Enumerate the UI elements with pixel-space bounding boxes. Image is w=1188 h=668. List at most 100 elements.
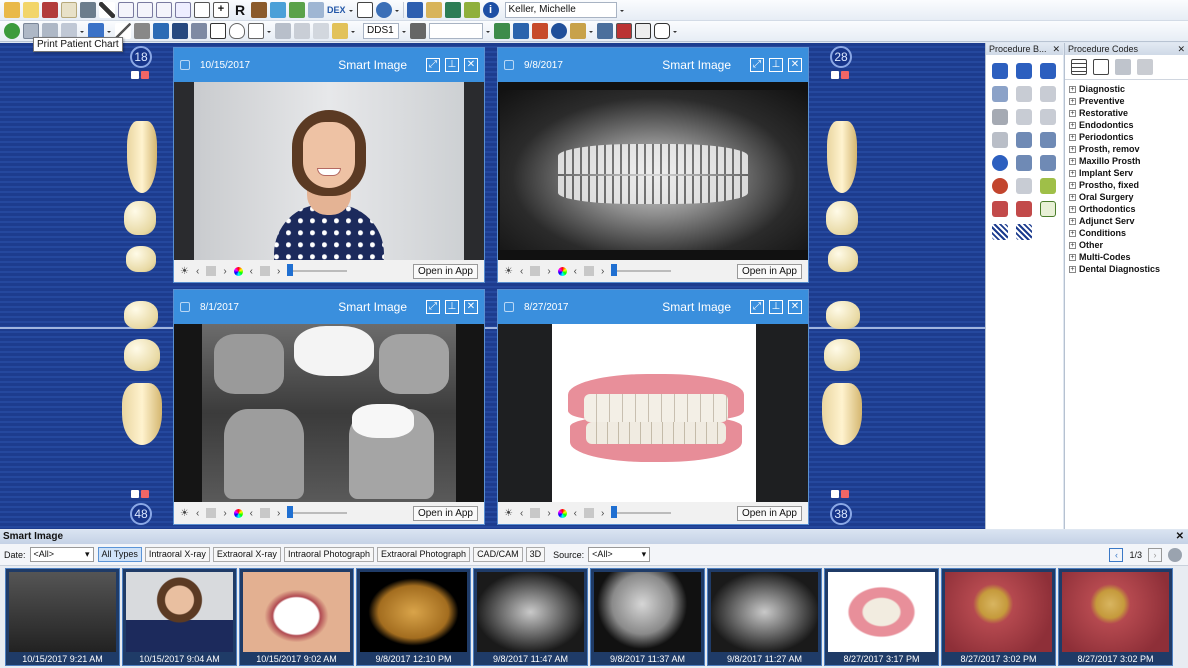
image-thumbnail[interactable]: 8/27/2017 3:17 PM — [824, 568, 939, 666]
close-icon[interactable]: ✕ — [1176, 530, 1184, 544]
signature-icon[interactable] — [410, 23, 426, 39]
filter-extraoral-x-ray[interactable]: Extraoral X-ray — [212, 547, 281, 562]
tooth-38-root[interactable] — [822, 383, 862, 445]
info-icon[interactable]: i — [482, 2, 499, 18]
bridge-icon[interactable] — [992, 63, 1008, 79]
zoom-slider[interactable] — [611, 506, 672, 518]
zoom-slider[interactable] — [611, 264, 672, 276]
table-icon[interactable] — [1093, 59, 1109, 75]
card-icon[interactable] — [156, 2, 172, 18]
expand-plus-icon[interactable]: + — [1069, 121, 1076, 129]
xray-tooth-2-icon[interactable] — [1040, 132, 1056, 148]
expand-plus-icon[interactable]: + — [1069, 133, 1076, 141]
zoom-slider[interactable] — [287, 506, 348, 518]
procedure-code-category[interactable]: + Orthodontics — [1069, 203, 1184, 215]
tooth-48-occlusal[interactable] — [124, 339, 160, 371]
color-wheel-icon[interactable] — [557, 508, 567, 518]
next-page-button[interactable]: › — [1148, 547, 1162, 562]
scanner-icon[interactable] — [356, 2, 373, 18]
tooth-number-upper-right[interactable]: 28 — [830, 46, 852, 68]
ruler-icon[interactable] — [313, 23, 329, 39]
next-arrow-icon[interactable]: › — [601, 508, 604, 519]
hatch-icon[interactable] — [992, 224, 1008, 240]
post-icon[interactable] — [992, 86, 1008, 102]
expand-icon[interactable]: ⤢ — [750, 300, 764, 314]
tooth-28-occlusal[interactable] — [828, 246, 858, 272]
patient-selector[interactable]: Keller, Michelle — [504, 2, 617, 18]
image-thumbnail[interactable]: 9/8/2017 12:10 PM — [356, 568, 471, 666]
image-thumbnail[interactable]: 10/15/2017 9:02 AM — [239, 568, 354, 666]
globe-icon[interactable] — [375, 2, 392, 18]
close-icon[interactable]: ✕ — [788, 58, 802, 72]
xray-tooth-4-icon[interactable] — [1040, 155, 1056, 171]
money-icon[interactable] — [175, 2, 191, 18]
filter-extraoral-photograph[interactable]: Extraoral Photograph — [377, 547, 471, 562]
brightness-icon[interactable]: ☀ — [180, 266, 189, 277]
tools-icon[interactable] — [332, 23, 348, 39]
procedure-code-category[interactable]: + Periodontics — [1069, 131, 1184, 143]
chevron-down-icon[interactable] — [486, 26, 491, 36]
expand-icon[interactable]: ⤢ — [426, 58, 440, 72]
check-icon[interactable] — [551, 23, 567, 39]
chevron-down-icon[interactable] — [589, 26, 594, 36]
denture-model-image[interactable] — [498, 324, 808, 503]
root-canal-2-icon[interactable] — [1040, 86, 1056, 102]
open-in-app-button[interactable]: Open in App — [412, 505, 478, 521]
close-icon[interactable]: ✕ — [788, 300, 802, 314]
tooth-number-lower-right[interactable]: 38 — [830, 503, 852, 525]
procedure-code-category[interactable]: + Endodontics — [1069, 119, 1184, 131]
secondary-selector[interactable] — [429, 23, 483, 39]
expand-plus-icon[interactable]: + — [1069, 253, 1076, 261]
next-arrow-icon[interactable]: › — [223, 508, 226, 519]
open-in-app-button[interactable]: Open in App — [736, 263, 802, 279]
filter-cad-cam[interactable]: CAD/CAM — [473, 547, 523, 562]
crown-icon[interactable] — [1016, 63, 1032, 79]
brightness-icon[interactable]: ☀ — [504, 508, 513, 519]
lab-icon[interactable] — [270, 2, 286, 18]
prev-arrow-icon[interactable]: ‹ — [574, 266, 577, 277]
partial-denture-icon[interactable] — [1016, 201, 1032, 217]
registered-icon[interactable]: R — [232, 2, 248, 18]
chevron-down-icon[interactable] — [402, 26, 407, 36]
procedure-code-category[interactable]: + Implant Serv — [1069, 167, 1184, 179]
color-wheel-icon[interactable] — [233, 266, 243, 276]
pin-icon[interactable]: ⊥ — [445, 300, 459, 314]
drill-icon[interactable] — [275, 23, 291, 39]
pin-icon[interactable]: ⊥ — [769, 58, 783, 72]
clipboard-icon[interactable] — [425, 2, 442, 18]
save-icon[interactable] — [172, 23, 188, 39]
perio-probe-icon[interactable] — [1016, 109, 1032, 125]
expand-plus-icon[interactable]: + — [1069, 229, 1076, 237]
implant-tooth-icon[interactable] — [992, 132, 1008, 148]
image-thumbnail[interactable]: 10/15/2017 9:04 AM — [122, 568, 237, 666]
pin-icon[interactable]: ⊥ — [769, 300, 783, 314]
brightness-icon[interactable]: ☀ — [504, 266, 513, 277]
image-thumbnail[interactable]: 8/27/2017 3:02 PM — [1058, 568, 1173, 666]
procedure-code-category[interactable]: + Prostho, fixed — [1069, 179, 1184, 191]
photo-frame-icon[interactable] — [635, 23, 651, 39]
pontic-icon[interactable] — [1040, 63, 1056, 79]
procedure-code-category[interactable]: + Restorative — [1069, 107, 1184, 119]
implant-icon[interactable] — [80, 2, 96, 18]
xray-tooth-icon[interactable] — [1016, 132, 1032, 148]
procedure-code-category[interactable]: + Preventive — [1069, 95, 1184, 107]
close-icon[interactable]: ✕ — [464, 300, 478, 314]
expand-plus-icon[interactable]: + — [1069, 109, 1076, 117]
filter-intraoral-x-ray[interactable]: Intraoral X-ray — [144, 547, 210, 562]
plus-icon[interactable]: + — [213, 2, 229, 18]
dex-button[interactable]: DEX — [327, 5, 346, 15]
procedure-code-category[interactable]: + Prosth, remov — [1069, 143, 1184, 155]
sensor-icon[interactable] — [532, 23, 548, 39]
close-icon[interactable]: ✕ — [1177, 43, 1185, 55]
root-canal-icon[interactable] — [1016, 86, 1032, 102]
tooth-green-icon[interactable] — [1040, 178, 1056, 194]
tooth-18-root[interactable] — [127, 121, 157, 193]
tooth-18-occlusal[interactable] — [126, 246, 156, 272]
chart-grid-icon[interactable] — [616, 23, 632, 39]
perio-probe-2-icon[interactable] — [1040, 109, 1056, 125]
teeth-icon[interactable] — [61, 2, 77, 18]
prev-arrow-icon[interactable]: ‹ — [196, 266, 199, 277]
expand-plus-icon[interactable]: + — [1069, 85, 1076, 93]
tooth-28-crown[interactable] — [826, 201, 858, 235]
hatch-2-icon[interactable] — [1016, 224, 1032, 240]
